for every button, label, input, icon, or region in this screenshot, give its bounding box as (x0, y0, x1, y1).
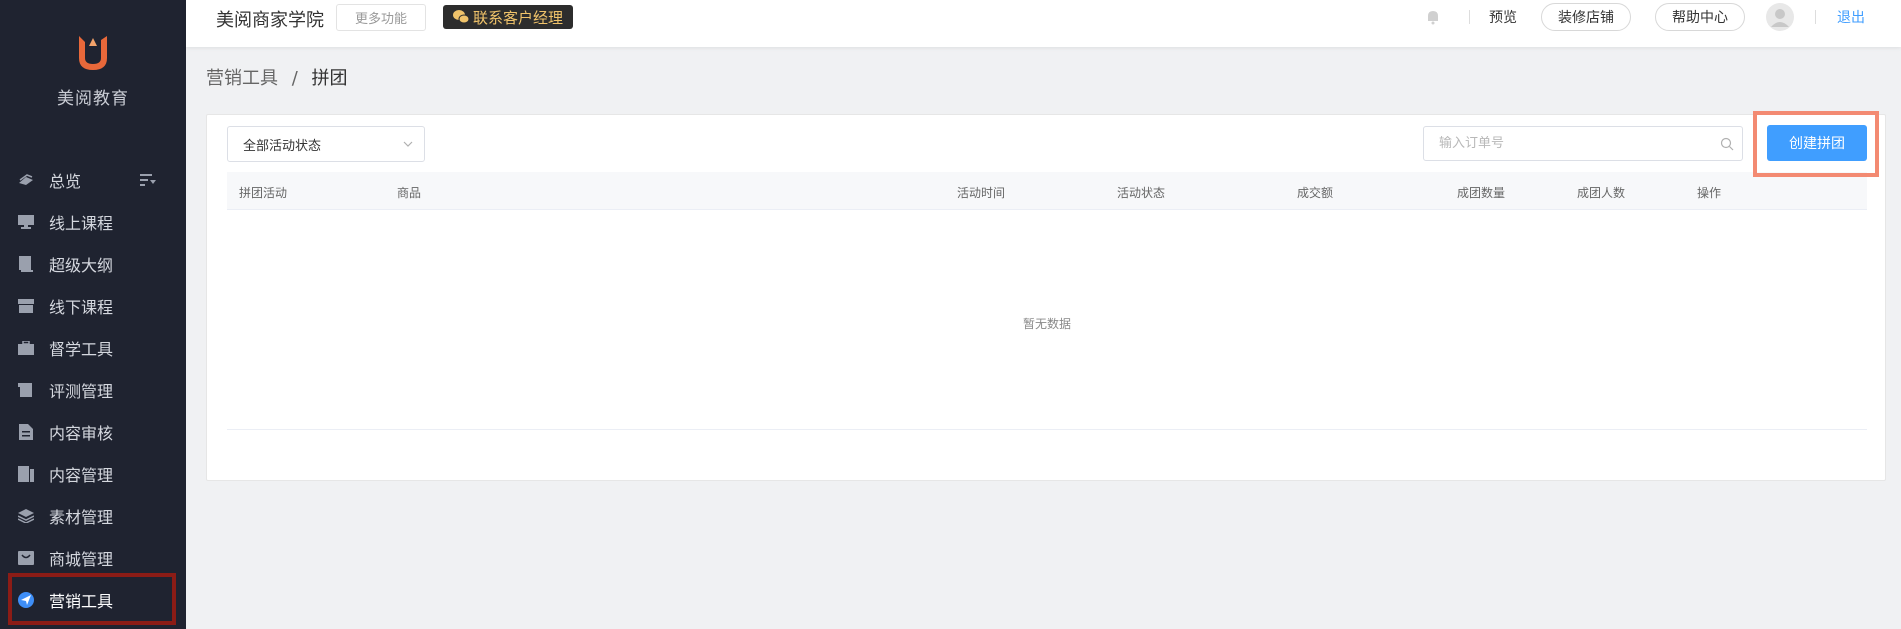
breadcrumb-current: 拼团 (311, 68, 348, 89)
brand-title: 美阅商家学院 (216, 10, 324, 31)
contact-manager-button[interactable]: 联系客户经理 (443, 5, 573, 29)
sidebar-item-label: 评测管理 (49, 382, 114, 401)
help-center-button[interactable]: 帮助中心 (1655, 3, 1745, 31)
chevron-down-icon (403, 141, 413, 147)
sidebar-item-content-review[interactable]: 内容审核 (0, 411, 186, 453)
group-buy-panel: 全部活动状态 创建拼团 拼团活动 商品 活动时间 活动状态 成交额 成团数量 成… (206, 114, 1886, 481)
content-icon (18, 466, 34, 482)
sidebar: 美阅教育 总览 线上课程 超级大纲 线下课程 督学工具 评测管理 内容审核 内容… (0, 0, 186, 629)
order-search-box[interactable] (1423, 126, 1743, 161)
sidebar-item-label: 督学工具 (49, 340, 114, 359)
logout-link[interactable]: 退出 (1837, 0, 1865, 34)
divider (1469, 10, 1470, 24)
column-header: 成团人数 (1577, 186, 1626, 200)
store-icon (18, 298, 34, 314)
document-icon (18, 424, 34, 440)
sidebar-item-overview[interactable]: 总览 (0, 159, 186, 201)
sidebar-item-marketing-tools[interactable]: 营销工具 (0, 579, 186, 621)
breadcrumb-parent[interactable]: 营销工具 (206, 68, 278, 89)
column-header: 商品 (397, 186, 422, 200)
sidebar-item-label: 超级大纲 (49, 256, 114, 275)
column-header: 操作 (1697, 186, 1722, 200)
scroll-icon (18, 382, 34, 398)
logo: 美阅教育 (0, 30, 186, 109)
preview-link[interactable]: 预览 (1489, 0, 1517, 34)
paper-plane-icon (18, 592, 34, 608)
column-header: 活动状态 (1117, 186, 1166, 200)
sidebar-item-supervision-tools[interactable]: 督学工具 (0, 327, 186, 369)
book-icon (18, 256, 34, 272)
empty-state-text: 暂无数据 (1022, 317, 1071, 331)
logo-icon (79, 36, 107, 70)
breadcrumb-separator: / (291, 68, 298, 89)
create-group-buy-button[interactable]: 创建拼团 (1767, 125, 1867, 161)
search-icon[interactable] (1720, 137, 1734, 151)
sidebar-item-label: 内容审核 (49, 424, 114, 443)
sidebar-nav: 总览 线上课程 超级大纲 线下课程 督学工具 评测管理 内容审核 内容管理 素材… (0, 159, 186, 621)
more-features-button[interactable]: 更多功能 (336, 4, 426, 31)
status-select[interactable]: 全部活动状态 (227, 126, 425, 162)
sidebar-item-assessment[interactable]: 评测管理 (0, 369, 186, 411)
sidebar-item-label: 线上课程 (49, 214, 114, 233)
contact-manager-label: 联系客户经理 (472, 8, 563, 27)
order-search-input[interactable] (1439, 136, 1709, 151)
status-select-value: 全部活动状态 (243, 138, 322, 154)
avatar[interactable] (1766, 0, 1794, 34)
collapse-menu-icon[interactable] (140, 172, 156, 191)
divider (1815, 10, 1816, 24)
table-bottom-divider (227, 429, 1867, 430)
top-bar: 美阅商家学院 更多功能 联系客户经理 预览 装修店铺 帮助中心 退出 (186, 0, 1901, 47)
sidebar-item-mall[interactable]: 商城管理 (0, 537, 186, 579)
sidebar-item-label: 总览 (49, 172, 82, 191)
sidebar-item-label: 营销工具 (49, 592, 114, 611)
column-header: 成团数量 (1457, 186, 1506, 200)
sidebar-item-label: 素材管理 (49, 508, 114, 527)
sidebar-item-label: 线下课程 (49, 298, 114, 317)
sidebar-item-online-courses[interactable]: 线上课程 (0, 201, 186, 243)
wechat-icon (452, 10, 469, 24)
sidebar-item-label: 商城管理 (49, 550, 114, 569)
briefcase-icon (18, 340, 34, 356)
sidebar-item-super-outline[interactable]: 超级大纲 (0, 243, 186, 285)
decorate-store-button[interactable]: 装修店铺 (1541, 3, 1631, 31)
layers-icon (18, 508, 34, 524)
sidebar-item-label: 内容管理 (49, 466, 114, 485)
notification-icon[interactable] (1425, 0, 1441, 34)
table-header: 拼团活动 商品 活动时间 活动状态 成交额 成团数量 成团人数 操作 (227, 172, 1867, 210)
sidebar-item-materials[interactable]: 素材管理 (0, 495, 186, 537)
monitor-icon (18, 214, 34, 230)
column-header: 活动时间 (957, 186, 1006, 200)
column-header: 拼团活动 (239, 186, 288, 200)
dashboard-icon (18, 172, 34, 188)
breadcrumb: 营销工具 / 拼团 (206, 64, 348, 90)
mall-icon (18, 550, 34, 566)
sidebar-item-content-management[interactable]: 内容管理 (0, 453, 186, 495)
logo-text: 美阅教育 (57, 89, 129, 109)
column-header: 成交额 (1297, 186, 1334, 200)
sidebar-item-offline-courses[interactable]: 线下课程 (0, 285, 186, 327)
